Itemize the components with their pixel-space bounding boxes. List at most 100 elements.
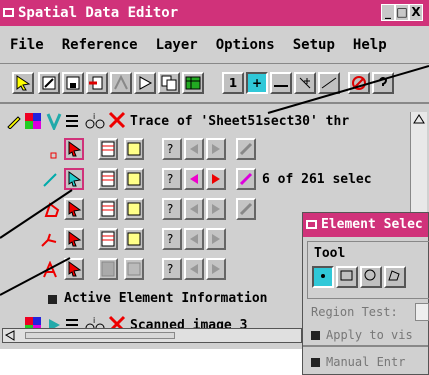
label-element-icon (42, 260, 60, 283)
label-next-icon[interactable] (206, 258, 226, 280)
maximize-button[interactable]: □ (395, 4, 409, 21)
save-icon[interactable] (62, 72, 84, 94)
line-prev-icon[interactable] (184, 168, 204, 190)
apply-visible-option[interactable]: Apply to vis (311, 328, 413, 342)
snap-segment-button[interactable] (318, 72, 340, 94)
manual-entry-checkbox[interactable] (311, 358, 320, 367)
selection-count: 6 of 261 selec (262, 172, 372, 187)
point-next-icon[interactable] (206, 138, 226, 160)
polygon-next-icon[interactable] (206, 198, 226, 220)
polygon-style-icon[interactable] (124, 198, 144, 220)
node-select-tool[interactable] (64, 228, 84, 250)
close-button[interactable]: X (409, 4, 423, 21)
layer-controls-icon[interactable] (110, 72, 132, 94)
point-table-icon[interactable] (98, 138, 118, 160)
label-query-icon[interactable]: ? (162, 258, 182, 280)
region-test-label: Region Test: (311, 305, 398, 319)
scroll-thumb[interactable] (25, 332, 175, 339)
help-query-icon[interactable] (372, 72, 394, 94)
manual-entry-option[interactable]: Manual Entr (311, 355, 405, 369)
point-prev-icon[interactable] (184, 138, 204, 160)
window-title: Spatial Data Editor (18, 5, 179, 21)
label-select-tool[interactable] (64, 258, 84, 280)
point-select-tool[interactable] (64, 138, 84, 160)
point-query-icon[interactable]: ? (162, 138, 182, 160)
layer-row-trace: i Trace of 'Sheet51sect30' thr (0, 108, 429, 138)
polygon-highlight-icon[interactable] (236, 198, 256, 220)
select-tool-icon[interactable] (12, 72, 34, 94)
play-icon[interactable] (134, 72, 156, 94)
label-style-icon[interactable] (124, 258, 144, 280)
info-icon[interactable]: i (84, 112, 106, 134)
line-query-icon[interactable]: ? (162, 168, 182, 190)
dialog-menu-icon[interactable] (306, 220, 317, 229)
node-table-icon[interactable] (98, 228, 118, 250)
polygon-tool-button[interactable] (384, 266, 406, 288)
apply-visible-label: Apply to vis (326, 328, 413, 342)
active-info-label: Active Element Information (64, 291, 268, 306)
menu-file[interactable]: File (10, 37, 44, 53)
element-row-points: ? (0, 136, 429, 166)
table-icon[interactable] (182, 72, 204, 94)
snap-vertex-button[interactable] (294, 72, 316, 94)
point-tool-button[interactable] (312, 266, 334, 288)
line-next-icon[interactable] (206, 168, 226, 190)
svg-text:i: i (93, 112, 95, 121)
point-style-icon[interactable] (124, 138, 144, 160)
node-style-icon[interactable] (124, 228, 144, 250)
menu-options[interactable]: Options (216, 37, 275, 53)
layer-trace-label: Trace of 'Sheet51sect30' thr (130, 114, 350, 129)
line-element-icon (42, 172, 58, 192)
layer-properties-icon[interactable] (64, 112, 82, 134)
line-table-icon[interactable] (98, 168, 118, 190)
delete-layer-icon[interactable] (108, 111, 126, 133)
horizontal-scrollbar[interactable] (2, 328, 302, 343)
polygon-select-tool[interactable] (64, 198, 84, 220)
line-highlight-icon[interactable] (236, 168, 256, 190)
svg-text:?: ? (167, 172, 173, 186)
line-style-icon[interactable] (124, 168, 144, 190)
edit-icon[interactable] (38, 72, 60, 94)
circle-tool-button[interactable] (360, 266, 382, 288)
menu-setup[interactable]: Setup (293, 37, 335, 53)
dialog-title-bar: Element Selec (303, 213, 428, 237)
toolbar: 1 + (0, 64, 429, 104)
line-select-tool[interactable] (64, 168, 84, 190)
node-next-icon[interactable] (206, 228, 226, 250)
menu-reference[interactable]: Reference (62, 37, 138, 53)
window-menu-icon[interactable] (3, 8, 14, 17)
pencil-icon[interactable] (6, 113, 22, 133)
polygon-element-icon (44, 202, 60, 222)
snap-1-button[interactable]: 1 (222, 72, 244, 94)
label-prev-icon[interactable] (184, 258, 204, 280)
snap-point-button[interactable]: + (246, 72, 268, 94)
svg-text:?: ? (167, 232, 173, 246)
node-element-icon (40, 232, 58, 252)
menu-help[interactable]: Help (353, 37, 387, 53)
svg-text:?: ? (167, 202, 173, 216)
add-element-icon[interactable] (86, 72, 108, 94)
point-highlight-icon[interactable] (236, 138, 256, 160)
visibility-icon[interactable] (46, 112, 62, 134)
copy-icon[interactable] (158, 72, 180, 94)
rectangle-tool-button[interactable] (336, 266, 358, 288)
snap-1-label: 1 (228, 76, 238, 90)
point-element-icon (50, 145, 58, 164)
layer-color-icon[interactable] (24, 112, 42, 134)
node-prev-icon[interactable] (184, 228, 204, 250)
manual-entry-label: Manual Entr (326, 355, 406, 369)
stop-icon[interactable] (348, 72, 370, 94)
title-bar: Spatial Data Editor _ □ X (0, 0, 429, 26)
minimize-button[interactable]: _ (381, 4, 395, 21)
label-table-icon[interactable] (98, 258, 118, 280)
apply-visible-checkbox[interactable] (311, 331, 320, 340)
polygon-prev-icon[interactable] (184, 198, 204, 220)
polygon-table-icon[interactable] (98, 198, 118, 220)
menu-layer[interactable]: Layer (156, 37, 198, 53)
element-selection-dialog: Element Selec Tool Region Test: Apply to… (302, 212, 429, 375)
snap-line-button[interactable] (270, 72, 292, 94)
active-info-checkbox[interactable] (48, 295, 57, 304)
region-test-dropdown[interactable] (415, 303, 429, 321)
polygon-query-icon[interactable]: ? (162, 198, 182, 220)
node-query-icon[interactable]: ? (162, 228, 182, 250)
